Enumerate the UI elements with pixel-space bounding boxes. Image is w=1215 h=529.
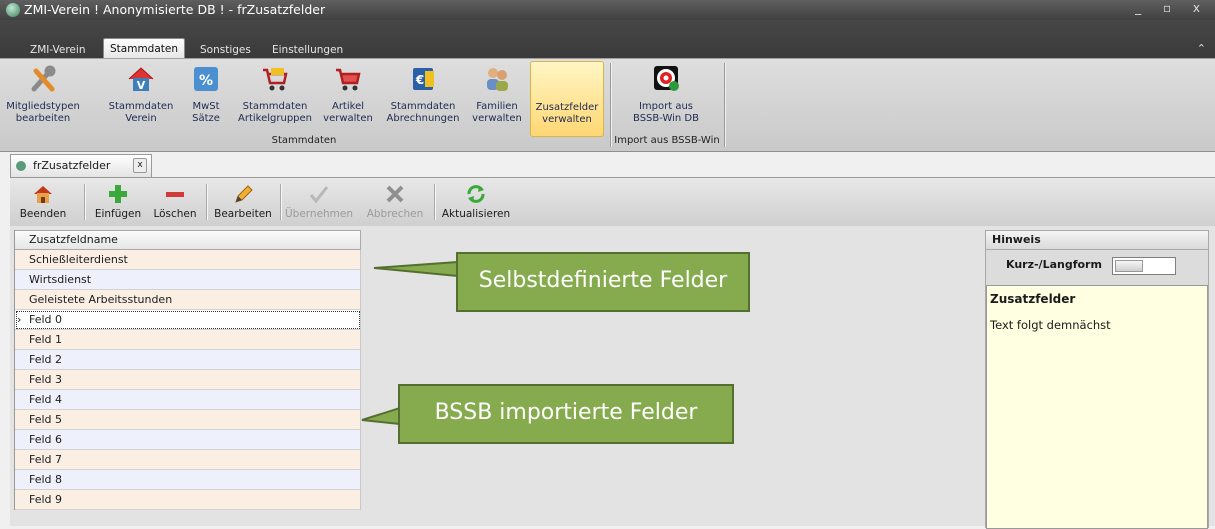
callout-pointer-top — [373, 260, 459, 278]
callout-bssb-importierte-felder: BSSB importierte Felder — [398, 384, 734, 444]
callout-text: BSSB importierte Felder — [434, 400, 698, 425]
toggle-thumb — [1115, 260, 1143, 272]
hinweis-panel: Hinweis Kurz-/Langform Zusatzfelder Text… — [985, 230, 1209, 529]
note-text: Text folgt demnächst — [990, 318, 1111, 332]
hinweis-header: Hinweis — [986, 231, 1208, 250]
kurz-langform-row: Kurz-/Langform — [986, 255, 1208, 275]
hinweis-note: Zusatzfelder Text folgt demnächst — [986, 285, 1208, 529]
callout-selbstdefinierte-felder: Selbstdefinierte Felder — [456, 252, 750, 312]
note-title: Zusatzfelder — [990, 292, 1076, 306]
kurz-langform-label: Kurz-/Langform — [1006, 258, 1102, 271]
callout-pointer-bottom — [361, 406, 401, 426]
callout-text: Selbstdefinierte Felder — [478, 268, 728, 293]
kurz-langform-toggle[interactable] — [1112, 257, 1176, 275]
